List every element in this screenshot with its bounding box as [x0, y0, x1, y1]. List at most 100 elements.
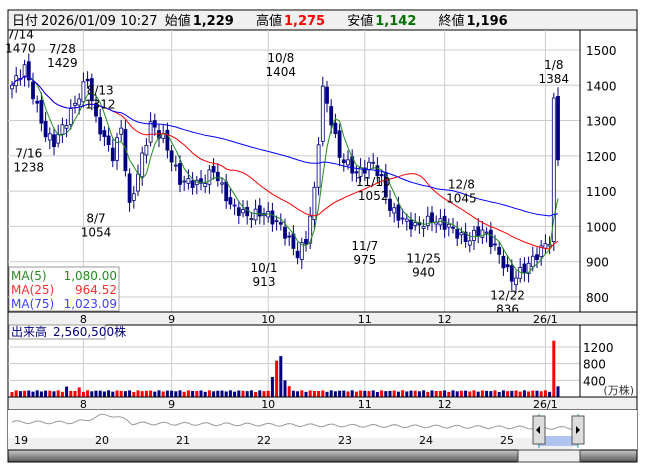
- volume-bar: [60, 391, 64, 397]
- ma5-value: 1,080.00: [64, 269, 117, 283]
- candle: [295, 250, 300, 259]
- volume-bar: [396, 391, 400, 397]
- volume-tick-label: 1200: [583, 341, 614, 355]
- candle: [455, 229, 460, 239]
- volume-bar: [380, 390, 384, 397]
- volume-bar: [14, 390, 18, 397]
- volume-bar: [207, 390, 211, 397]
- annotation-value: 1312: [85, 97, 116, 111]
- volume-bar: [102, 391, 106, 397]
- volume-bar: [375, 391, 379, 397]
- candle: [215, 171, 220, 182]
- volume-bar: [170, 390, 174, 397]
- scrollbar-thumb[interactable]: [517, 449, 581, 463]
- navigator[interactable]: 19 20 21 22 23 24 25: [8, 410, 637, 450]
- candle: [85, 78, 90, 82]
- candle: [446, 223, 451, 228]
- candle: [316, 144, 321, 188]
- candle: [484, 231, 489, 234]
- candle: [253, 208, 258, 221]
- candle: [144, 144, 149, 156]
- candle: [442, 215, 447, 230]
- price-tick-label: 1000: [586, 220, 617, 234]
- volume-bar: [493, 390, 497, 397]
- volume-bar: [178, 390, 182, 397]
- volume-bar: [401, 390, 405, 397]
- candle: [505, 264, 510, 268]
- annotation-value: 975: [353, 253, 376, 267]
- volume-bar: [548, 391, 552, 397]
- volume-bar: [220, 390, 224, 397]
- volume-bar: [52, 391, 56, 397]
- candle: [127, 173, 132, 203]
- candle: [396, 204, 401, 221]
- candle: [535, 254, 539, 260]
- volume-unit: (万株): [603, 383, 634, 397]
- candle: [320, 85, 325, 142]
- volume-bar: [27, 390, 31, 397]
- candle: [274, 220, 279, 223]
- annotation-date: 7/14: [7, 28, 34, 42]
- candle: [543, 243, 548, 249]
- volume-bar: [392, 390, 396, 397]
- volume-bar: [249, 390, 253, 397]
- candle: [182, 180, 187, 183]
- candle: [556, 96, 560, 161]
- volume-bar: [296, 391, 300, 397]
- navigator-year-label: 24: [419, 434, 433, 447]
- volume-bar: [283, 380, 287, 397]
- candle: [278, 222, 283, 225]
- volume-bar: [165, 390, 169, 397]
- volume-bar: [216, 390, 220, 397]
- candle: [52, 134, 56, 148]
- volume-bar: [157, 390, 161, 397]
- volume-bar: [186, 390, 190, 397]
- ma75-value: 1,023.09: [64, 297, 117, 311]
- candle: [409, 219, 413, 230]
- candle: [178, 163, 182, 185]
- volume-bar: [556, 386, 560, 397]
- candle: [106, 135, 111, 146]
- candle: [287, 235, 292, 238]
- volume-bar: [23, 390, 27, 397]
- candle: [514, 277, 518, 286]
- volume-bar: [459, 390, 463, 397]
- volume-bar: [94, 390, 98, 397]
- annotation-date: 8/7: [86, 211, 105, 225]
- annotation-date: 10/1: [251, 261, 278, 275]
- volume-value: 2,560,500株: [53, 324, 126, 339]
- candle: [430, 212, 434, 223]
- candle: [312, 186, 317, 221]
- price-tick-label: 800: [586, 291, 609, 305]
- annotation-date: 1/8: [544, 58, 563, 72]
- candle: [392, 207, 397, 214]
- month-label: 9: [168, 398, 175, 411]
- candle: [73, 102, 77, 106]
- volume-bar: [128, 390, 132, 397]
- candle: [333, 122, 338, 135]
- volume-bar: [304, 391, 308, 397]
- annotation-date: 12/22: [490, 288, 525, 302]
- volume-bar: [48, 390, 52, 397]
- volume-bar: [300, 390, 304, 397]
- price-tick-label: 1400: [586, 79, 617, 93]
- volume-bar: [451, 390, 455, 397]
- volume-bar: [86, 390, 90, 397]
- volume-bar: [237, 390, 241, 397]
- candle: [400, 217, 405, 220]
- candle: [102, 130, 107, 137]
- month-label: 12: [438, 398, 452, 411]
- price-tick-label: 900: [586, 256, 609, 270]
- ma75-label: MA(75): [11, 297, 54, 311]
- volume-bar: [434, 390, 438, 397]
- candle: [56, 133, 61, 144]
- volume-bar: [77, 387, 81, 397]
- candle: [98, 117, 103, 135]
- volume-bar: [464, 390, 468, 397]
- month-label: 26/1: [533, 398, 558, 411]
- annotation-date: 11/10: [356, 175, 391, 189]
- volume-bar: [371, 390, 375, 397]
- volume-bar: [123, 391, 127, 397]
- volume-bar: [140, 391, 144, 397]
- volume-bar: [266, 390, 270, 397]
